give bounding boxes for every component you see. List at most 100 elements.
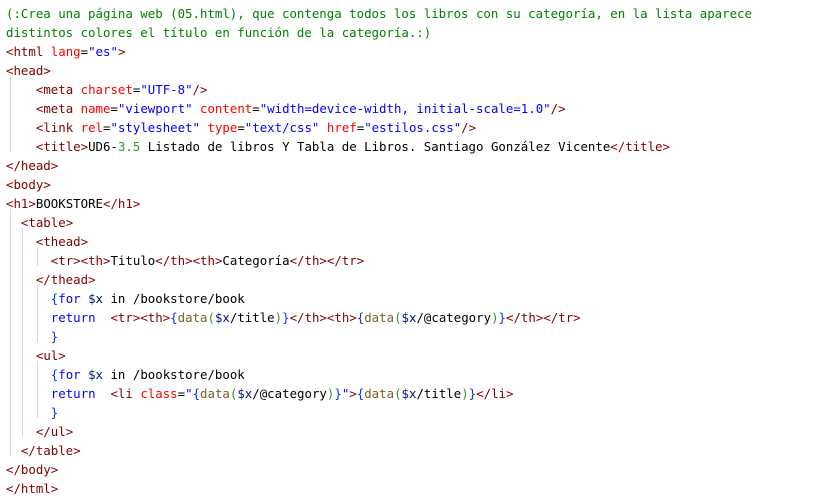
code-token: > — [132, 196, 141, 211]
code-line[interactable]: <html lang="es"> — [0, 42, 125, 61]
code-line[interactable]: {for $x in /bookstore/book — [0, 365, 245, 384]
code-token: </ — [6, 481, 21, 496]
code-token: "UTF-8" — [140, 82, 193, 97]
code-token: </ — [103, 196, 118, 211]
code-token: content — [200, 101, 253, 116]
code-token: $x — [237, 386, 253, 401]
code-token: ) — [491, 310, 499, 325]
code-line[interactable]: <h1>BOOKSTORE</h1> — [0, 194, 140, 213]
code-token: < — [192, 253, 201, 268]
code-line[interactable]: </ul> — [0, 422, 73, 441]
code-token: th — [304, 253, 320, 268]
code-token: th — [304, 310, 320, 325]
code-token: thead — [50, 272, 89, 287]
code-token: </ — [476, 386, 492, 401]
code-line[interactable]: {for $x in /bookstore/book — [0, 289, 245, 308]
code-token: return — [50, 310, 96, 325]
code-editor[interactable]: (:Crea una página web (05.html), que con… — [0, 0, 823, 503]
code-line[interactable]: </body> — [0, 460, 58, 479]
code-token: li — [117, 386, 133, 401]
code-token: type — [207, 120, 238, 135]
code-token: table — [35, 443, 74, 458]
code-line[interactable]: } — [0, 327, 58, 346]
code-line[interactable]: <link rel="stylesheet" type="text/css" h… — [0, 118, 476, 137]
code-token: h1 — [13, 196, 29, 211]
code-line[interactable]: </html> — [0, 479, 58, 498]
code-token: > — [80, 234, 89, 249]
code-token: </ — [326, 253, 342, 268]
code-token: /> — [192, 82, 208, 97]
code-token: data — [364, 386, 395, 401]
code-token: ) — [461, 386, 469, 401]
code-token: ) — [274, 310, 283, 325]
code-token: = — [110, 101, 118, 116]
code-token: </ — [289, 253, 305, 268]
code-token: body — [20, 462, 51, 477]
code-token: </ — [543, 310, 559, 325]
code-line[interactable]: <meta charset="UTF-8"/> — [0, 80, 208, 99]
code-line[interactable]: <meta name="viewport" content="width=dev… — [0, 99, 566, 118]
code-line[interactable]: </thead> — [0, 270, 96, 289]
code-token: </ — [6, 462, 21, 477]
code-line[interactable]: </table> — [0, 441, 81, 460]
code-token: Titulo — [110, 253, 156, 268]
code-token: </ — [6, 158, 21, 173]
code-token: $x — [214, 310, 230, 325]
code-token: th — [200, 253, 215, 268]
code-line[interactable]: <ul> — [0, 346, 66, 365]
code-token: > — [43, 63, 51, 78]
code-line[interactable]: } — [0, 403, 58, 422]
code-token: li — [491, 386, 506, 401]
code-token: { — [170, 310, 178, 325]
code-line[interactable]: <thead> — [0, 232, 88, 251]
code-token: th — [88, 253, 104, 268]
code-token: </ — [506, 310, 521, 325]
code-line[interactable]: <head> — [0, 61, 51, 80]
code-token: > — [73, 443, 81, 458]
code-token: > — [58, 348, 66, 363]
code-token: in /bookstore/book — [103, 367, 245, 382]
code-line[interactable]: (:Crea una página web (05.html), que con… — [0, 4, 752, 23]
code-token: ul — [50, 424, 66, 439]
code-token: "viewport" — [117, 101, 193, 116]
code-token: $x — [401, 310, 417, 325]
code-token: } — [498, 310, 506, 325]
code-token: > — [80, 139, 89, 154]
code-token: thead — [43, 234, 81, 249]
code-token: ( — [207, 310, 215, 325]
code-line[interactable]: <body> — [0, 175, 51, 194]
code-token: $x — [88, 367, 104, 382]
code-line[interactable]: <table> — [0, 213, 73, 232]
code-line[interactable]: <title>UD6-3.5 Listado de libros Y Tabla… — [0, 137, 670, 156]
code-token: $x — [401, 386, 417, 401]
code-token: title — [43, 139, 81, 154]
code-line[interactable]: return <tr><th>{data($x/title)}</th><th>… — [0, 308, 581, 327]
code-token: link — [43, 120, 74, 135]
code-token: tr — [58, 253, 74, 268]
code-line[interactable]: return <li class="{data($x/@category)}">… — [0, 384, 514, 403]
code-line[interactable]: </head> — [0, 156, 58, 175]
code-token: /title — [229, 310, 275, 325]
code-token: > — [28, 196, 36, 211]
code-token: /@category — [416, 310, 492, 325]
code-token: > — [50, 462, 59, 477]
code-line[interactable]: distintos colores el título en función d… — [0, 23, 431, 42]
code-token: > — [573, 310, 581, 325]
code-token: /> — [461, 120, 477, 135]
code-line[interactable]: <tr><th>Titulo</th><th>Categoría</th></t… — [0, 251, 364, 270]
code-token: = — [177, 386, 186, 401]
code-token: BOOKSTORE — [35, 196, 103, 211]
code-token: } — [50, 405, 59, 420]
code-token: data — [364, 310, 395, 325]
code-token: > — [319, 253, 327, 268]
